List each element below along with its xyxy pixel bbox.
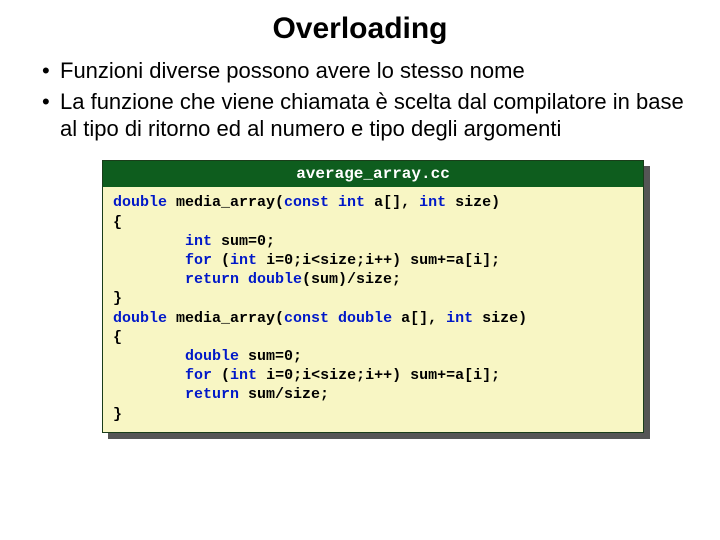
slide-title: Overloading <box>36 12 684 46</box>
keyword: double <box>113 194 167 211</box>
code-line: } <box>113 405 633 424</box>
keyword: int <box>419 194 446 211</box>
code-text <box>113 271 185 288</box>
code-line: return double(sum)/size; <box>113 270 633 289</box>
code-text: sum=0; <box>212 233 275 250</box>
code-line: double sum=0; <box>113 347 633 366</box>
keyword: for <box>185 367 212 384</box>
code-text <box>113 348 185 365</box>
code-text <box>113 386 185 403</box>
code-line: double media_array(const double a[], int… <box>113 309 633 328</box>
bullet-list: Funzioni diverse possono avere lo stesso… <box>36 58 684 142</box>
code-line: { <box>113 213 633 232</box>
code-text: media_array( <box>167 194 284 211</box>
code-line: double media_array(const int a[], int si… <box>113 193 633 212</box>
code-text <box>113 367 185 384</box>
keyword: double <box>113 310 167 327</box>
code-line: return sum/size; <box>113 385 633 404</box>
code-text: media_array( <box>167 310 284 327</box>
bullet-item: Funzioni diverse possono avere lo stesso… <box>60 58 684 85</box>
code-text <box>113 233 185 250</box>
keyword: const double <box>284 310 392 327</box>
code-text <box>113 252 185 269</box>
keyword: int <box>230 367 257 384</box>
bullet-item: La funzione che viene chiamata è scelta … <box>60 89 684 143</box>
slide: Overloading Funzioni diverse possono ave… <box>0 0 720 433</box>
code-line: } <box>113 289 633 308</box>
keyword: int <box>185 233 212 250</box>
code-text: a[], <box>392 310 446 327</box>
code-line: int sum=0; <box>113 232 633 251</box>
code-filename: average_array.cc <box>103 161 643 187</box>
code-text: size) <box>446 194 500 211</box>
code-line: { <box>113 328 633 347</box>
keyword: for <box>185 252 212 269</box>
code-box: average_array.cc double media_array(cons… <box>102 160 644 432</box>
code-text: (sum)/size; <box>302 271 401 288</box>
code-body: double media_array(const int a[], int si… <box>103 187 643 431</box>
keyword: int <box>446 310 473 327</box>
code-block: average_array.cc double media_array(cons… <box>102 160 644 432</box>
keyword: int <box>230 252 257 269</box>
code-text: i=0;i<size;i++) sum+=a[i]; <box>257 252 500 269</box>
code-line: for (int i=0;i<size;i++) sum+=a[i]; <box>113 366 633 385</box>
code-text: i=0;i<size;i++) sum+=a[i]; <box>257 367 500 384</box>
code-text: a[], <box>365 194 419 211</box>
code-text: size) <box>473 310 527 327</box>
keyword: const int <box>284 194 365 211</box>
code-text: ( <box>212 252 230 269</box>
code-text: sum/size; <box>239 386 329 403</box>
keyword: return double <box>185 271 302 288</box>
keyword: return <box>185 386 239 403</box>
code-text: ( <box>212 367 230 384</box>
code-text: sum=0; <box>239 348 302 365</box>
keyword: double <box>185 348 239 365</box>
code-line: for (int i=0;i<size;i++) sum+=a[i]; <box>113 251 633 270</box>
